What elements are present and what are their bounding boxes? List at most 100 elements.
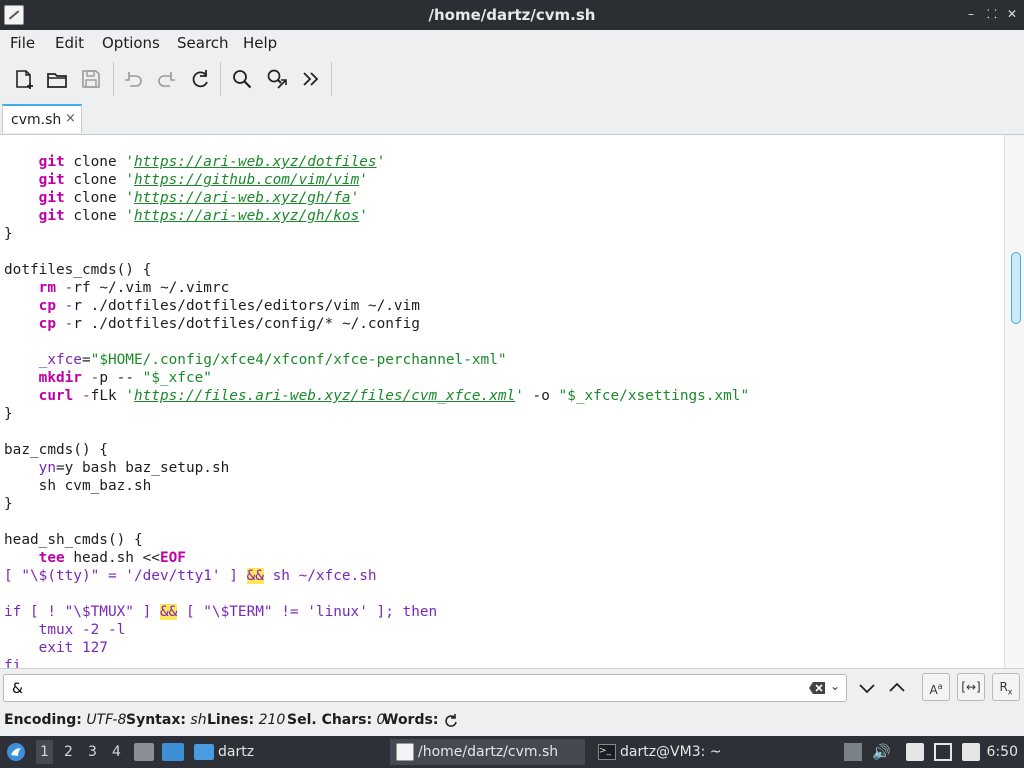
save-icon[interactable]: [77, 65, 105, 93]
folder-icon: [194, 744, 214, 760]
clear-search-icon[interactable]: [808, 680, 826, 696]
menu-file[interactable]: File: [10, 34, 35, 52]
reload-icon[interactable]: [186, 65, 214, 93]
regex-button[interactable]: Rx: [992, 673, 1020, 701]
task-terminal[interactable]: >_ dartz@VM3: ~: [592, 739, 732, 765]
find-next-icon[interactable]: [857, 678, 877, 698]
scrollbar-thumb[interactable]: [1011, 252, 1021, 324]
chevron-down-icon[interactable]: ⌄: [830, 679, 840, 693]
code-token: p --: [99, 370, 143, 386]
start-menu-icon[interactable]: [6, 742, 26, 762]
code-token: exit 127: [4, 640, 108, 656]
tab-bar: cvm.sh ×: [0, 102, 1024, 135]
code-token: https://ari-web.xyz/gh/kos: [133, 208, 360, 224]
menu-options[interactable]: Options: [102, 34, 160, 52]
code-token: "$_xfce/xsettings.xml": [558, 388, 750, 404]
workspace-4[interactable]: 4: [112, 744, 121, 760]
workspace-2[interactable]: 2: [64, 744, 73, 760]
redo-icon[interactable]: [153, 65, 181, 93]
selected-chars-status: Sel. Chars: 0: [287, 712, 386, 728]
undo-icon[interactable]: [119, 65, 147, 93]
notifications-icon[interactable]: [962, 743, 980, 761]
code-token: .vimrc: [177, 280, 230, 296]
code-token: https://ari-web.xyz/dotfiles: [133, 154, 377, 170]
file-manager-launcher-icon[interactable]: [134, 743, 154, 761]
volume-icon[interactable]: 🔊: [872, 743, 891, 761]
code-line: baz_cmds() {: [4, 441, 749, 459]
new-file-icon[interactable]: [9, 65, 37, 93]
search-field[interactable]: ⌄: [3, 674, 847, 702]
tab-close-icon[interactable]: ×: [65, 111, 76, 126]
code-token: if [ ! "\$TMUX" ]: [4, 604, 160, 620]
code-token: curl: [38, 388, 74, 404]
code-token: git: [38, 208, 65, 224]
trash-icon[interactable]: [844, 743, 862, 761]
close-icon[interactable]: ✕: [1004, 6, 1020, 22]
code-token: ': [359, 172, 368, 188]
find-icon[interactable]: [228, 65, 256, 93]
code-token: .vim: [116, 280, 160, 296]
taskbar: 1 2 3 4 dartz /home/dartz/cvm.sh >_ dart…: [0, 736, 1024, 768]
code-token: *: [324, 316, 334, 332]
code-token: tee: [38, 550, 65, 566]
code-token: https://ari-web.xyz/gh/fa: [133, 190, 351, 206]
code-editor[interactable]: git clone 'https://ari-web.xyz/dotfiles'…: [0, 135, 1004, 668]
code-token: ~/: [159, 280, 178, 296]
code-content[interactable]: git clone 'https://ari-web.xyz/dotfiles'…: [4, 153, 749, 668]
more-icon[interactable]: [297, 65, 325, 93]
match-case-button[interactable]: Aa: [922, 673, 950, 701]
tab-cvm-sh[interactable]: cvm.sh ×: [2, 104, 82, 133]
code-token: _xfce: [38, 352, 82, 368]
code-token: -o: [523, 388, 559, 404]
code-token: [ "\$(tty)" = '/dev/tty1' ]: [4, 568, 247, 584]
task-text-editor[interactable]: /home/dartz/cvm.sh: [390, 739, 585, 765]
desktop-icon[interactable]: [162, 743, 184, 761]
code-token: sh ~/xfce.sh: [263, 568, 377, 584]
code-token: &&: [159, 604, 178, 620]
code-token: EOF: [159, 550, 186, 566]
search-input[interactable]: [10, 678, 794, 700]
menu-search[interactable]: Search: [177, 34, 229, 52]
task-label: /home/dartz/cvm.sh: [418, 744, 559, 760]
toolbar: [0, 56, 1024, 102]
code-token: ': [376, 154, 386, 170]
code-token: tmux -2 -l: [4, 622, 126, 638]
code-token: cp: [38, 316, 56, 332]
find-previous-icon[interactable]: [887, 678, 907, 698]
workspace-1[interactable]: 1: [36, 740, 53, 764]
vertical-scrollbar[interactable]: [1004, 135, 1024, 668]
minimize-icon[interactable]: –: [963, 6, 979, 22]
code-token: ': [125, 154, 134, 170]
clipboard-icon[interactable]: [906, 743, 924, 761]
network-icon[interactable]: [934, 743, 952, 761]
search-bar: ⌄ Aa [↔] Rx: [0, 668, 1024, 707]
code-token: clone: [64, 190, 126, 206]
menu-edit[interactable]: Edit: [55, 34, 84, 52]
open-folder-icon[interactable]: [43, 65, 71, 93]
refresh-word-count-icon[interactable]: [443, 713, 459, 729]
code-line: [ "\$(tty)" = '/dev/tty1' ] && sh ~/xfce…: [4, 567, 749, 585]
code-token: head_sh_cmds() {: [4, 532, 143, 548]
workspace-3[interactable]: 3: [88, 744, 97, 760]
folder-launcher-label[interactable]: dartz: [218, 744, 254, 760]
whole-word-button[interactable]: [↔]: [957, 673, 985, 701]
code-token: yn: [38, 460, 56, 476]
menu-help[interactable]: Help: [243, 34, 277, 52]
maximize-icon[interactable]: ⸬: [984, 6, 1000, 22]
terminal-icon: >_: [598, 744, 616, 760]
encoding-status: Encoding: UTF-8: [4, 712, 127, 728]
code-token: https://github.com/vim/vim: [133, 172, 360, 188]
clock[interactable]: 6:50: [987, 744, 1018, 760]
find-replace-icon[interactable]: [263, 65, 291, 93]
code-line: sh cvm_baz.sh: [4, 477, 749, 495]
